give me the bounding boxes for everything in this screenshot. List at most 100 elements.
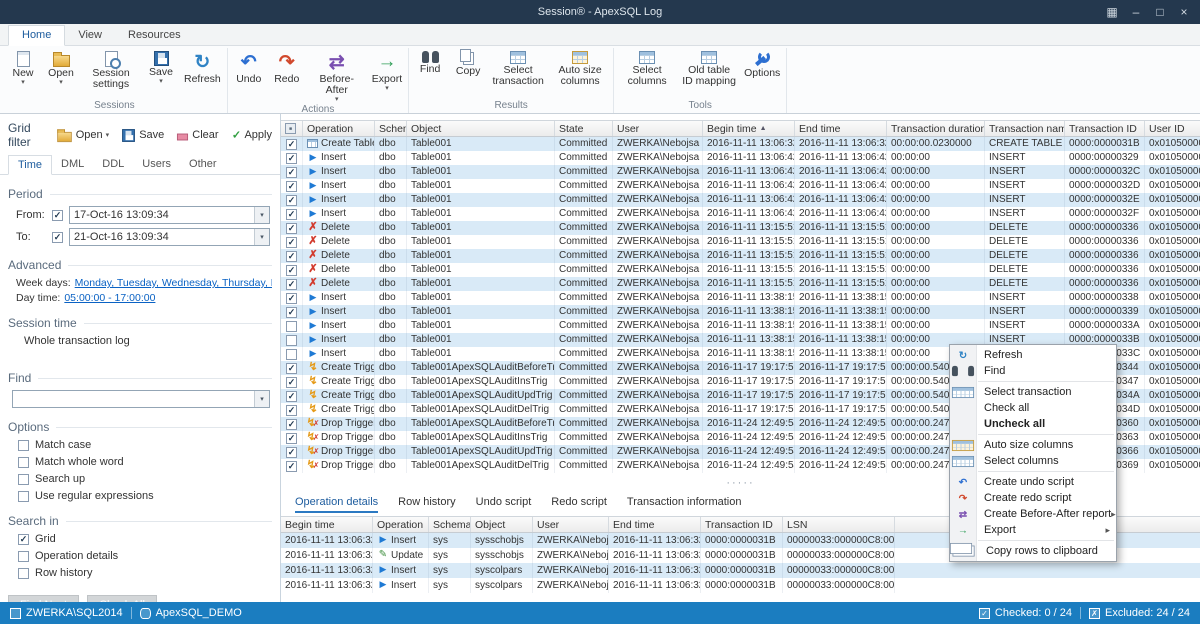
chevron-down-icon[interactable]: ▾	[254, 207, 269, 223]
close-button[interactable]: ×	[1172, 0, 1196, 24]
tab-transaction-information[interactable]: Transaction information	[627, 496, 742, 513]
search-up-checkbox[interactable]	[18, 473, 29, 485]
table-row[interactable]: InsertdboTable001CommittedZWERKA\Nebojsa…	[281, 165, 1200, 179]
tab-operation-details[interactable]: Operation details	[295, 496, 379, 513]
row-checkbox[interactable]	[286, 404, 297, 416]
ribbon-button-select-columns[interactable]: Select columns	[616, 48, 678, 87]
maximize-button[interactable]: □	[1148, 0, 1172, 24]
column-header-object[interactable]: Object	[407, 121, 555, 136]
filter-apply-button[interactable]: Apply	[231, 127, 272, 143]
ribbon-button-auto-size-columns[interactable]: Auto size columns	[549, 48, 611, 87]
column-header-transaction-name[interactable]: Transaction name	[985, 121, 1065, 136]
ribbon-button-session-settings[interactable]: Session settings	[80, 48, 142, 90]
find-combo[interactable]: ▾	[12, 390, 270, 408]
column-header-state[interactable]: State	[555, 121, 613, 136]
row-checkbox[interactable]	[286, 250, 297, 262]
match-case-checkbox[interactable]	[18, 439, 29, 451]
header-checkbox[interactable]	[285, 123, 296, 134]
ribbon-button-old-table-id-mapping[interactable]: Old table ID mapping	[678, 48, 740, 87]
operation-details-checkbox[interactable]	[18, 550, 29, 562]
filter-tab-ddl[interactable]: DDL	[93, 155, 133, 174]
row-checkbox[interactable]	[286, 334, 297, 346]
detail-row[interactable]: 2016-11-11 13:06:32InsertsyssyscolparsZW…	[281, 563, 1200, 578]
menu-item-create-before-after-report[interactable]: Create Before-After report▸	[950, 506, 1116, 522]
row-checkbox[interactable]	[286, 222, 297, 234]
column-header-lsn[interactable]: LSN	[783, 517, 895, 532]
match-whole-word-checkbox[interactable]	[18, 456, 29, 468]
week-days-link[interactable]: Monday, Tuesday, Wednesday, Thursday, Fr…	[75, 277, 272, 289]
day-time-link[interactable]: 05:00:00 - 17:00:00	[64, 292, 155, 304]
column-header-transaction-duration[interactable]: Transaction duration	[887, 121, 985, 136]
table-row[interactable]: InsertdboTable001CommittedZWERKA\Nebojsa…	[281, 193, 1200, 207]
ribbon-button-open[interactable]: Open ▾	[42, 48, 80, 86]
tab-view[interactable]: View	[65, 26, 115, 45]
to-checkbox[interactable]	[52, 231, 63, 243]
filter-tab-other[interactable]: Other	[180, 155, 226, 174]
menu-item-check-all[interactable]: Check all	[950, 400, 1116, 416]
table-row[interactable]: DeletedboTable001CommittedZWERKA\Nebojsa…	[281, 277, 1200, 291]
row-checkbox[interactable]	[286, 460, 297, 472]
filter-tab-time[interactable]: Time	[8, 155, 53, 175]
row-checkbox[interactable]	[286, 320, 297, 332]
row-checkbox[interactable]	[286, 236, 297, 248]
column-header-end-time[interactable]: End time	[609, 517, 701, 532]
chevron-down-icon[interactable]: ▾	[254, 391, 269, 407]
ribbon-button-export[interactable]: Export▾	[368, 48, 406, 93]
row-checkbox[interactable]	[286, 432, 297, 444]
column-header-schema[interactable]: Schema	[375, 121, 407, 136]
row-checkbox[interactable]	[286, 194, 297, 206]
window-style-button[interactable]: ▦	[1100, 0, 1124, 24]
column-header-operation[interactable]: Operation	[303, 121, 375, 136]
table-row[interactable]: InsertdboTable001CommittedZWERKA\Nebojsa…	[281, 305, 1200, 319]
table-row[interactable]: InsertdboTable001CommittedZWERKA\Nebojsa…	[281, 319, 1200, 333]
row-checkbox[interactable]	[286, 152, 297, 164]
menu-item-select-transaction[interactable]: Select transaction	[950, 384, 1116, 400]
filter-tab-users[interactable]: Users	[133, 155, 180, 174]
row-checkbox[interactable]	[286, 166, 297, 178]
row-checkbox[interactable]	[286, 362, 297, 374]
tab-redo-script[interactable]: Redo script	[551, 496, 607, 513]
find-next-button[interactable]: Find Next	[8, 595, 80, 602]
ribbon-button-save[interactable]: Save ▾	[142, 48, 180, 85]
row-checkbox[interactable]	[286, 446, 297, 458]
ribbon-button-select-transaction[interactable]: Select transaction	[487, 48, 549, 87]
column-header-schema[interactable]: Schema	[429, 517, 471, 532]
table-row[interactable]: InsertdboTable001CommittedZWERKA\Nebojsa…	[281, 291, 1200, 305]
ribbon-button-new[interactable]: New ▾	[4, 48, 42, 86]
ribbon-button-before-after[interactable]: Before-After▾	[306, 48, 368, 104]
column-header-user[interactable]: User	[533, 517, 609, 532]
table-row[interactable]: InsertdboTable001CommittedZWERKA\Nebojsa…	[281, 179, 1200, 193]
row-checkbox[interactable]	[286, 278, 297, 290]
row-checkbox[interactable]	[286, 390, 297, 402]
menu-item-uncheck-all[interactable]: Uncheck all	[950, 416, 1116, 432]
menu-item-export[interactable]: Export▸	[950, 522, 1116, 538]
column-header-transaction-id[interactable]: Transaction ID	[1065, 121, 1145, 136]
menu-item-find[interactable]: Find	[950, 363, 1116, 379]
column-header-check[interactable]	[281, 121, 303, 136]
row-checkbox[interactable]	[286, 418, 297, 430]
table-row[interactable]: DeletedboTable001CommittedZWERKA\Nebojsa…	[281, 235, 1200, 249]
table-row[interactable]: InsertdboTable001CommittedZWERKA\Nebojsa…	[281, 207, 1200, 221]
row-checkbox[interactable]	[286, 180, 297, 192]
menu-item-create-undo-script[interactable]: Create undo script	[950, 474, 1116, 490]
ribbon-button-copy[interactable]: Copy	[449, 48, 487, 77]
row-checkbox[interactable]	[286, 376, 297, 388]
row-checkbox[interactable]	[286, 306, 297, 318]
minimize-button[interactable]: –	[1124, 0, 1148, 24]
row-checkbox[interactable]	[286, 292, 297, 304]
column-header-object[interactable]: Object	[471, 517, 533, 532]
menu-item-create-redo-script[interactable]: Create redo script	[950, 490, 1116, 506]
row-checkbox[interactable]	[286, 264, 297, 276]
menu-item-select-columns[interactable]: Select columns	[950, 453, 1116, 469]
use-regular-expressions-checkbox[interactable]	[18, 490, 29, 502]
menu-item-copy-rows-to-clipboard[interactable]: Copy rows to clipboard	[949, 542, 1116, 559]
column-header-begin-time[interactable]: Begin time ▲	[703, 121, 795, 136]
row-history-checkbox[interactable]	[18, 567, 29, 579]
column-header-user-id[interactable]: User ID	[1145, 121, 1200, 136]
filter-open-button[interactable]: Open ▾	[56, 127, 109, 143]
tab-resources[interactable]: Resources	[115, 26, 194, 45]
from-checkbox[interactable]	[52, 209, 63, 221]
ribbon-button-refresh[interactable]: Refresh	[180, 48, 225, 85]
filter-tab-dml[interactable]: DML	[52, 155, 93, 174]
column-header-user[interactable]: User	[613, 121, 703, 136]
